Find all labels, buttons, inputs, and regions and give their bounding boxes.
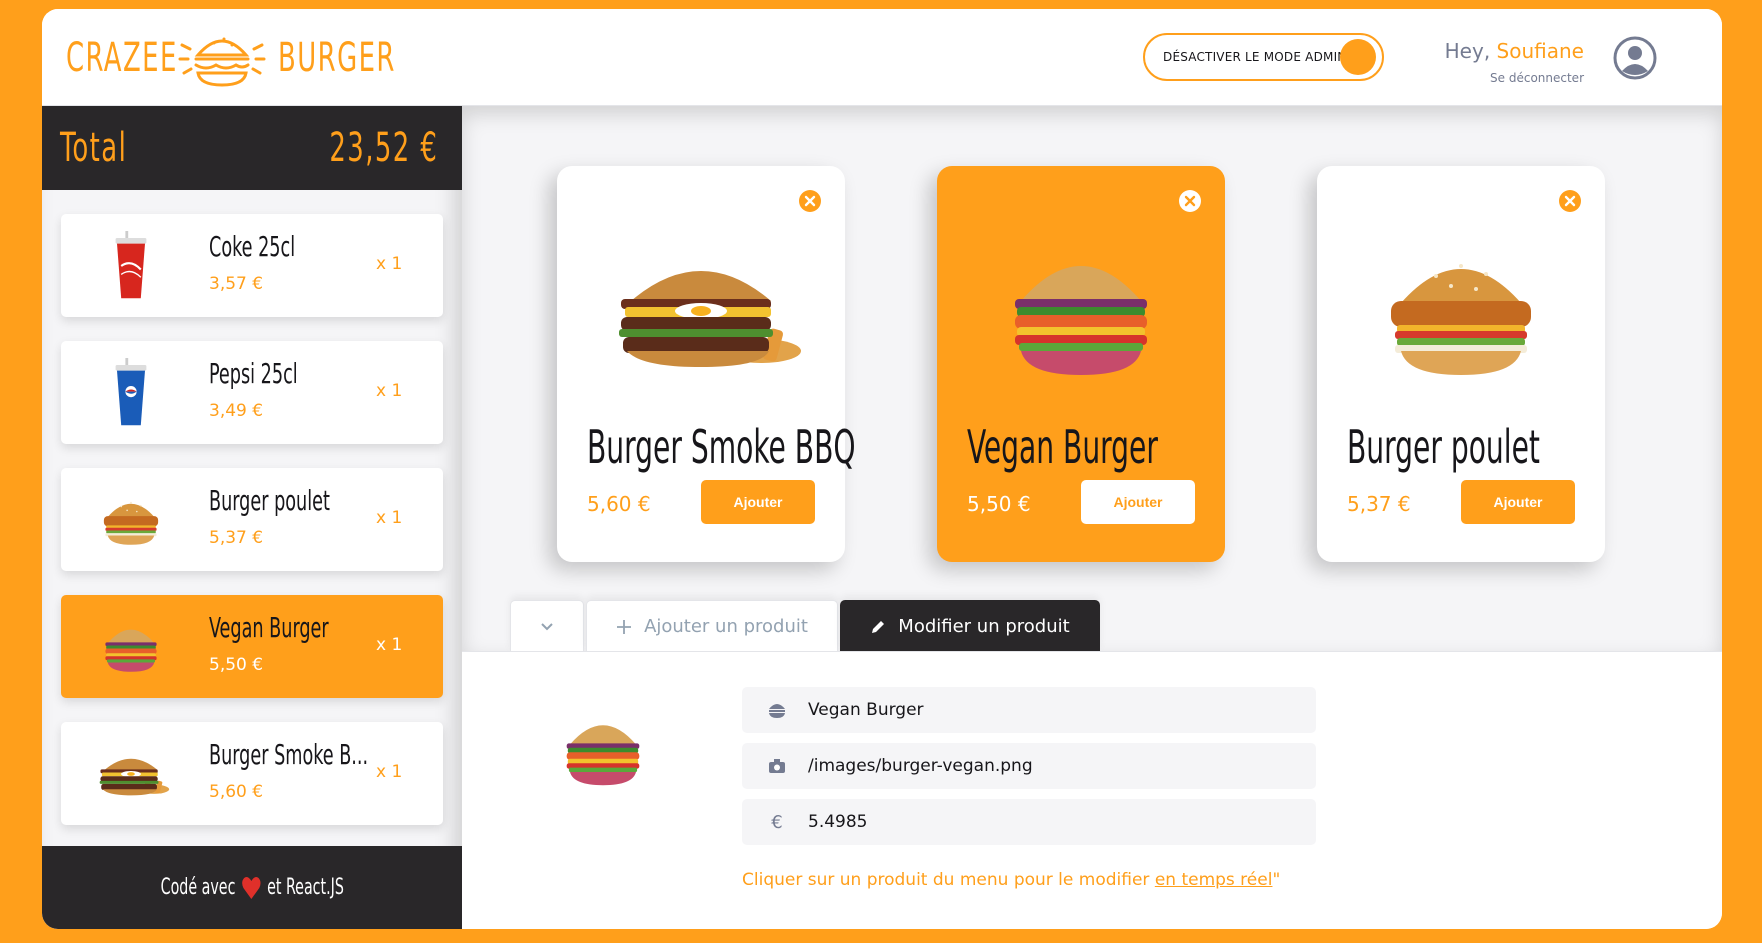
total-label: Total <box>60 125 128 171</box>
menu-area: Burger Smoke BBQ 5,60 € Ajouter Vegan Bu… <box>462 106 1722 652</box>
delete-icon[interactable] <box>1557 188 1583 214</box>
product-name-field[interactable]: Vegan Burger <box>742 687 1316 733</box>
basket-item-title: Vegan Burger <box>209 611 329 644</box>
add-to-basket-button[interactable]: Ajouter <box>1461 480 1575 524</box>
burger-logo-icon <box>178 37 266 87</box>
footer-suffix: et React.JS <box>266 875 344 900</box>
app-window: CRAZEE BURGER DÉSACTIVER LE MODE ADMIN H… <box>42 9 1722 929</box>
basket-item-qty: x 1 <box>376 381 403 401</box>
price-value: 5.4985 <box>808 812 868 832</box>
basket-item-title: Burger poulet <box>209 484 330 517</box>
tab-edit-label: Modifier un produit <box>898 616 1070 637</box>
basket-item-title: Burger Smoke B... <box>209 738 369 771</box>
pepsi-image <box>89 353 173 433</box>
basket-item-price: 3,57 € <box>209 274 264 294</box>
admin-mode-toggle[interactable]: DÉSACTIVER LE MODE ADMIN <box>1143 33 1384 81</box>
footer-text: Codé avec et React.JS <box>160 875 343 900</box>
greeting-prefix: Hey, <box>1444 39 1497 63</box>
hint-suffix: " <box>1272 870 1281 890</box>
greeting: Hey, Soufiane <box>1445 39 1584 63</box>
basket-item-price: 3,49 € <box>209 401 264 421</box>
logo[interactable]: CRAZEE BURGER <box>66 27 394 89</box>
chicken-burger-image <box>89 480 173 560</box>
basket-item-qty: x 1 <box>376 762 403 782</box>
basket-item-selected[interactable]: Vegan Burger 5,50 € x 1 <box>61 595 443 698</box>
logo-left-wrap: CRAZEE <box>66 35 176 81</box>
bbq-burger-image <box>577 226 825 396</box>
basket-item-price: 5,50 € <box>209 655 264 675</box>
price-field[interactable]: € 5.4985 <box>742 799 1316 845</box>
admin-tabs: Ajouter un produit Modifier un produit <box>510 600 1100 652</box>
delete-icon[interactable] <box>1177 188 1203 214</box>
logo-right-wrap: BURGER <box>278 35 394 81</box>
camera-icon <box>766 755 788 777</box>
toggle-knob <box>1340 39 1376 75</box>
navbar: CRAZEE BURGER DÉSACTIVER LE MODE ADMIN H… <box>42 9 1722 106</box>
basket-item-price: 5,37 € <box>209 528 264 548</box>
basket-item-qty: x 1 <box>376 508 403 528</box>
tab-add-product[interactable]: Ajouter un produit <box>586 600 838 652</box>
basket-item-title: Pepsi 25cl <box>209 357 298 390</box>
product-name: Burger poulet <box>1347 420 1540 474</box>
tab-edit-product[interactable]: Modifier un produit <box>840 600 1100 652</box>
basket-header: Total 23,52 € <box>42 106 462 190</box>
basket-item[interactable]: Burger poulet 5,37 € x 1 <box>61 468 443 571</box>
basket-item[interactable]: Pepsi 25cl 3,49 € x 1 <box>61 341 443 444</box>
burger-icon <box>766 699 788 721</box>
image-url-value: /images/burger-vegan.png <box>808 756 1033 776</box>
product-card[interactable]: Burger poulet 5,37 € Ajouter <box>1317 166 1605 562</box>
product-name-value: Vegan Burger <box>808 700 924 720</box>
chevron-down-icon <box>541 622 553 630</box>
pencil-icon <box>872 620 885 633</box>
heart-icon <box>241 876 261 899</box>
tab-add-label: Ajouter un produit <box>644 616 808 637</box>
footer-prefix: Codé avec <box>160 875 236 900</box>
product-price: 5,60 € <box>587 492 651 516</box>
bbq-burger-image <box>89 734 173 814</box>
product-name: Vegan Burger <box>967 420 1158 474</box>
basket-item[interactable]: Coke 25cl 3,57 € x 1 <box>61 214 443 317</box>
basket-item-title: Coke 25cl <box>209 230 296 263</box>
admin-toggle-label: DÉSACTIVER LE MODE ADMIN <box>1163 50 1347 64</box>
logo-text-left: CRAZEE <box>66 35 178 81</box>
euro-icon: € <box>771 811 783 833</box>
add-to-basket-button[interactable]: Ajouter <box>1081 480 1195 524</box>
total-value: 23,52 € <box>329 125 438 171</box>
hint-prefix: Cliquer sur un produit du menu pour le m… <box>742 870 1155 890</box>
logo-text-right: BURGER <box>278 35 396 81</box>
basket-item-qty: x 1 <box>376 635 403 655</box>
coke-image <box>89 226 173 306</box>
product-price: 5,37 € <box>1347 492 1411 516</box>
basket-footer: Codé avec et React.JS <box>42 846 462 929</box>
basket-item[interactable]: Burger Smoke B... 5,60 € x 1 <box>61 722 443 825</box>
plus-icon <box>617 619 632 634</box>
product-card[interactable]: Burger Smoke BBQ 5,60 € Ajouter <box>557 166 856 562</box>
chicken-burger-image <box>1337 226 1585 396</box>
basket-item-price: 5,60 € <box>209 782 264 802</box>
vegan-burger-image <box>957 226 1205 396</box>
admin-panel: Vegan Burger /images/burger-vegan.png € … <box>462 651 1722 929</box>
collapse-panel-tab[interactable] <box>510 600 584 652</box>
edit-hint: Cliquer sur un produit du menu pour le m… <box>742 870 1280 890</box>
product-price: 5,50 € <box>967 492 1031 516</box>
product-card-selected[interactable]: Vegan Burger 5,50 € Ajouter <box>937 166 1225 562</box>
vegan-burger-image <box>89 607 173 687</box>
hint-realtime-link: en temps réel <box>1154 870 1273 890</box>
basket-item-qty: x 1 <box>376 254 403 274</box>
user-name: Soufiane <box>1496 39 1584 63</box>
add-to-basket-button[interactable]: Ajouter <box>701 480 815 524</box>
delete-icon[interactable] <box>797 188 823 214</box>
product-name: Burger Smoke BBQ <box>587 420 856 474</box>
user-avatar-icon <box>1613 36 1657 80</box>
image-url-field[interactable]: /images/burger-vegan.png <box>742 743 1316 789</box>
logout-link[interactable]: Se déconnecter <box>1490 71 1584 85</box>
product-image-preview <box>554 694 652 806</box>
basket-sidebar: Total 23,52 € Coke 25cl 3,57 € x 1 Pepsi… <box>42 106 462 929</box>
profile: Hey, Soufiane Se déconnecter <box>1432 31 1692 87</box>
